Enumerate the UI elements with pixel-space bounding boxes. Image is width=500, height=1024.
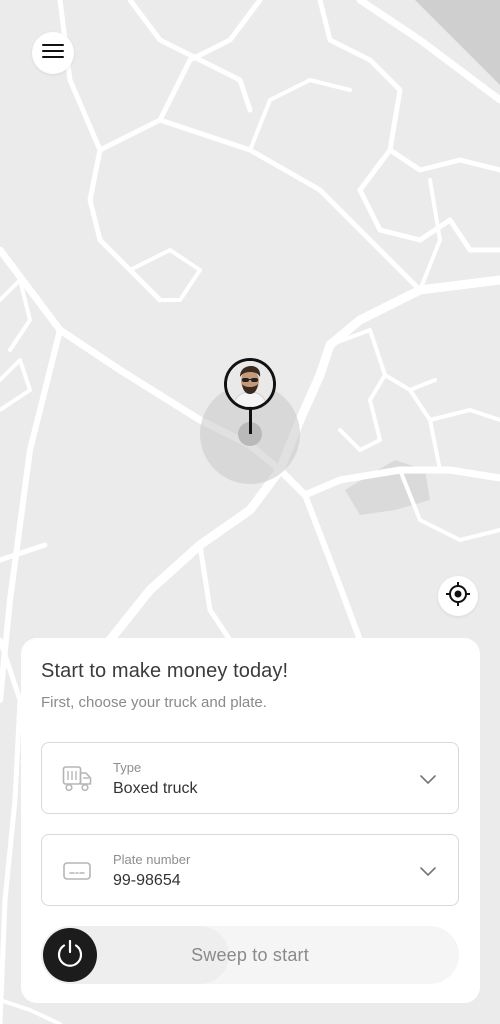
license-plate-icon bbox=[62, 857, 92, 885]
slider-label: Sweep to start bbox=[191, 944, 309, 965]
truck-type-label: Type bbox=[113, 760, 142, 775]
start-shift-panel: Start to make money today! First, choose… bbox=[21, 638, 480, 1003]
chevron-down-icon bbox=[418, 769, 438, 789]
locate-me-button[interactable] bbox=[438, 576, 478, 616]
truck-type-select[interactable]: Type Boxed truck bbox=[41, 742, 459, 814]
panel-subtitle: First, choose your truck and plate. bbox=[41, 694, 267, 711]
driver-avatar bbox=[224, 358, 276, 410]
sweep-to-start-slider[interactable]: Sweep to start bbox=[41, 926, 459, 984]
plate-number-select[interactable]: Plate number 99-98654 bbox=[41, 834, 459, 906]
truck-icon bbox=[62, 765, 92, 793]
menu-button[interactable] bbox=[32, 32, 74, 74]
plate-number-label: Plate number bbox=[113, 852, 191, 867]
power-icon bbox=[54, 937, 86, 974]
plate-number-value: 99-98654 bbox=[113, 872, 181, 889]
slider-power-handle[interactable] bbox=[43, 928, 97, 982]
hamburger-menu-icon bbox=[42, 43, 64, 64]
crosshair-locate-icon bbox=[445, 581, 471, 612]
chevron-down-icon bbox=[418, 861, 438, 881]
truck-type-value: Boxed truck bbox=[113, 780, 198, 797]
driver-location-pin bbox=[200, 358, 300, 484]
panel-title: Start to make money today! bbox=[41, 660, 289, 682]
